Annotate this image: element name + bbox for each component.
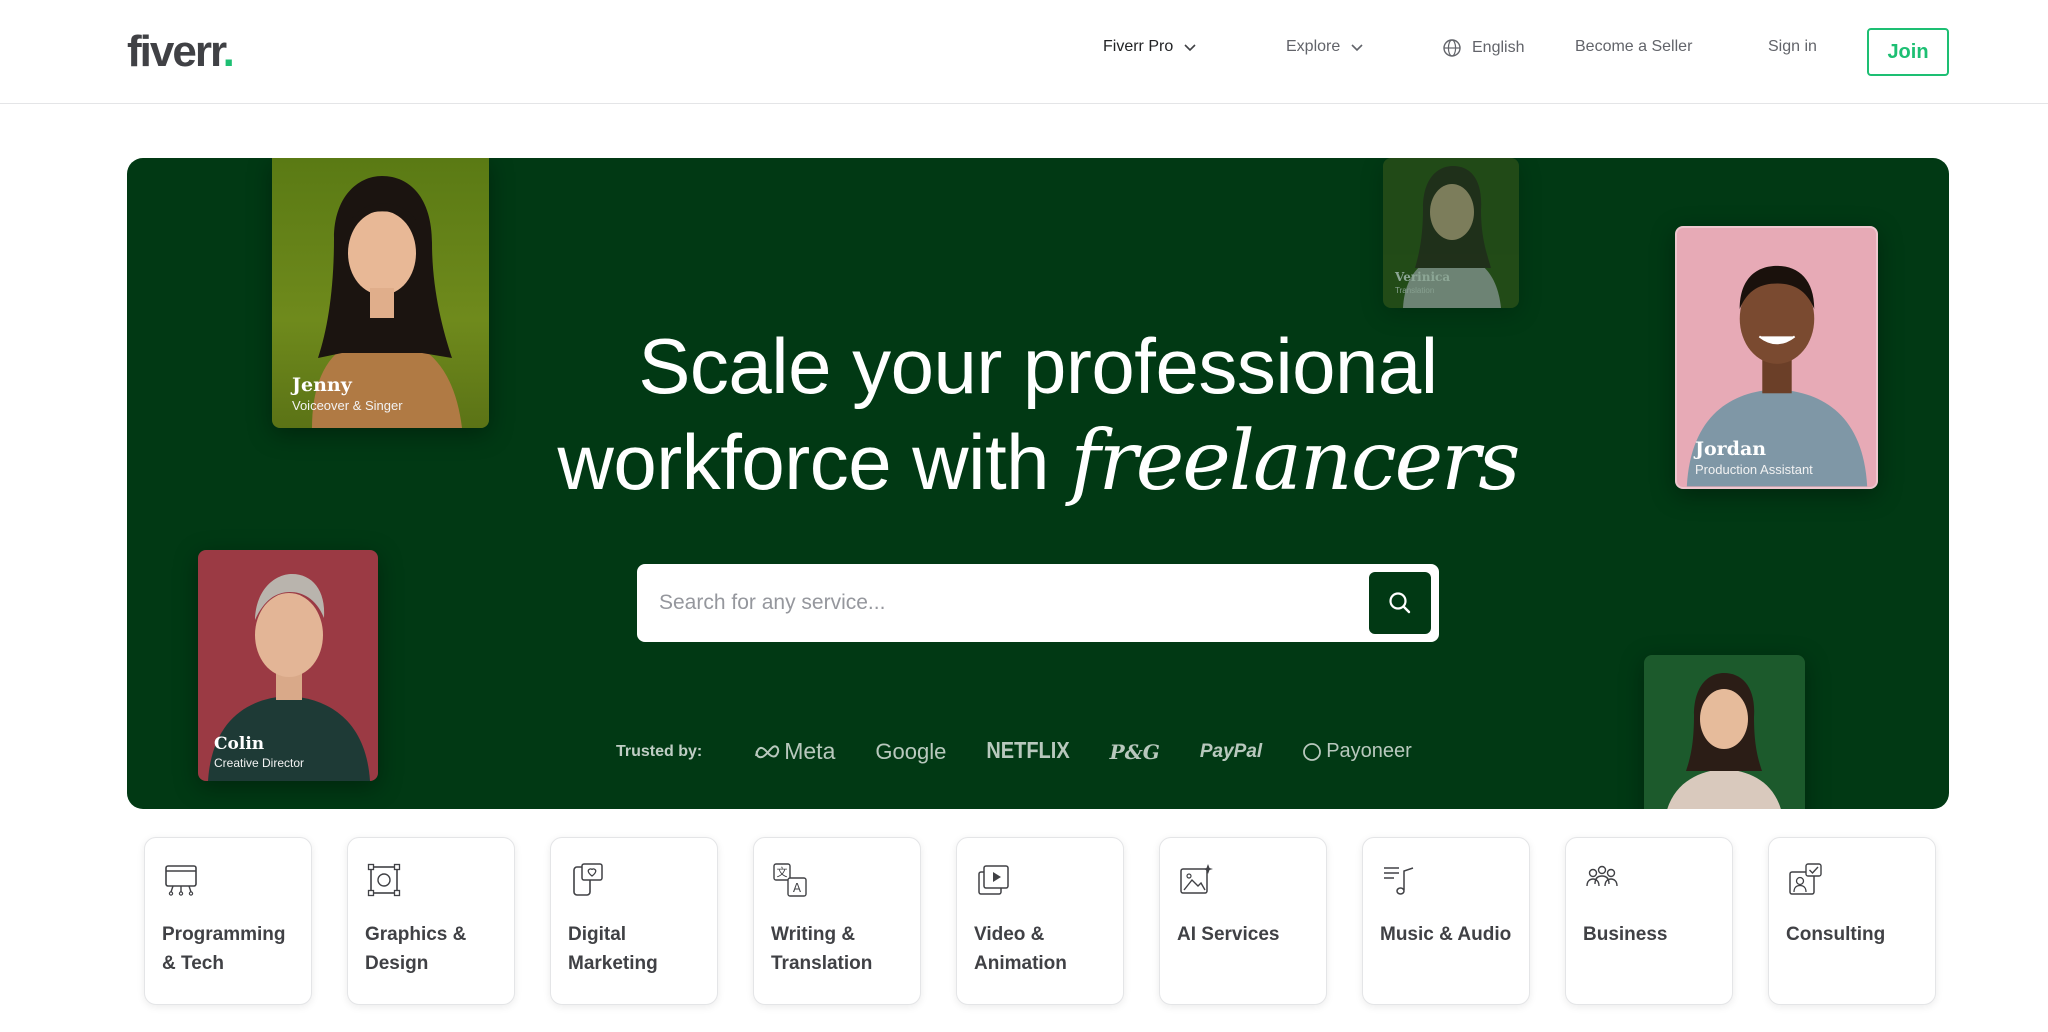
category-label: Digital Marketing <box>568 924 658 974</box>
globe-icon <box>1443 39 1461 57</box>
search-input[interactable] <box>637 564 1369 642</box>
category-label: Business <box>1583 924 1668 945</box>
nav-explore-label: Explore <box>1286 38 1341 55</box>
brand-logo-meta: Meta <box>754 738 835 765</box>
video-play-icon <box>978 865 1009 895</box>
brand-logo-payoneer: Payoneer <box>1302 740 1412 763</box>
category-label: Programming & Tech <box>162 924 286 974</box>
category-card-music-audio[interactable]: Music & Audio <box>1362 837 1530 1005</box>
nav-become-seller[interactable]: Become a Seller <box>1575 38 1692 56</box>
trusted-by-row: Trusted by: Meta Google NETFLIX P&G PayP… <box>616 738 1452 765</box>
category-label: Video & Animation <box>974 924 1067 974</box>
nav-fiverr-pro[interactable]: Fiverr Pro <box>1103 38 1197 56</box>
person-photo-partial <box>1667 673 1781 809</box>
category-label: Music & Audio <box>1380 924 1512 945</box>
category-label: AI Services <box>1177 924 1280 945</box>
freelancer-role: Translation <box>1395 286 1435 295</box>
translate-icon: 文 A <box>773 863 807 897</box>
category-label: Consulting <box>1786 924 1886 945</box>
brand-logo-netflix: NETFLIX <box>986 738 1070 764</box>
freelancer-name: Verinica <box>1395 270 1451 284</box>
design-frame-icon <box>367 863 401 897</box>
top-header: fiverr. Fiverr Pro Explore English Becom… <box>0 0 2048 104</box>
hero-banner: Jenny Voiceover & Singer Colin Creative … <box>127 158 1949 809</box>
monitor-icon <box>165 865 197 896</box>
nav-sign-in-label: Sign in <box>1768 38 1817 55</box>
category-card-consulting[interactable]: Consulting <box>1768 837 1936 1005</box>
nav-sign-in[interactable]: Sign in <box>1768 38 1817 56</box>
category-card-writing-translation[interactable]: 文 A Writing & Translation <box>753 837 921 1005</box>
category-label: Graphics & Design <box>365 924 467 974</box>
nav-language[interactable]: English <box>1442 38 1524 58</box>
category-label: Writing & Translation <box>771 924 873 974</box>
chevron-down-icon <box>1351 44 1363 52</box>
brand-logo-google: Google <box>875 738 947 764</box>
freelancer-card-partial <box>1644 655 1805 809</box>
category-row: Programming & Tech Graphics & Design Dig… <box>144 837 1936 1005</box>
phone-heart-icon <box>573 863 603 896</box>
brand-name: Meta <box>784 738 836 764</box>
category-card-ai-services[interactable]: AI Services <box>1159 837 1327 1005</box>
svg-text:A: A <box>793 881 802 895</box>
meta-icon <box>755 744 780 758</box>
headline-line-1: Scale your professional <box>638 322 1438 410</box>
category-card-video-animation[interactable]: Video & Animation <box>956 837 1124 1005</box>
join-button[interactable]: Join <box>1867 28 1949 76</box>
brand-logo-pg: P&G <box>1109 739 1160 764</box>
category-card-digital-marketing[interactable]: Digital Marketing <box>550 837 718 1005</box>
category-card-graphics-design[interactable]: Graphics & Design <box>347 837 515 1005</box>
category-card-business[interactable]: Business <box>1565 837 1733 1005</box>
headline-emphasis: freelancers <box>1070 414 1520 509</box>
logo-dot: . <box>222 27 235 76</box>
freelancer-name: Colin <box>214 734 265 754</box>
category-card-programming-tech[interactable]: Programming & Tech <box>144 837 312 1005</box>
trusted-by-label: Trusted by: <box>616 742 703 760</box>
brand-name: Payoneer <box>1326 740 1412 762</box>
freelancer-role: Creative Director <box>214 756 305 770</box>
nav-language-label: English <box>1472 39 1525 56</box>
svg-text:文: 文 <box>777 865 788 879</box>
fiverr-logo[interactable]: fiverr. <box>127 24 235 80</box>
music-note-icon <box>1384 867 1414 895</box>
chevron-down-icon <box>1184 44 1196 52</box>
nav-fiverr-pro-label: Fiverr Pro <box>1103 38 1174 55</box>
nav-explore[interactable]: Explore <box>1286 38 1364 56</box>
ai-image-icon <box>1180 864 1213 894</box>
payoneer-icon <box>1303 742 1322 761</box>
logo-text: fiverr <box>127 27 225 76</box>
hero-headline: Scale your professional workforce with f… <box>127 318 1949 510</box>
headline-line-2: workforce with <box>557 418 1071 506</box>
search-bar <box>637 564 1439 642</box>
search-button[interactable] <box>1369 572 1431 634</box>
freelancer-card-colin: Colin Creative Director <box>198 550 378 781</box>
search-icon <box>1389 592 1411 614</box>
nav-become-seller-label: Become a Seller <box>1575 38 1693 55</box>
brand-logo-paypal: PayPal <box>1199 740 1263 762</box>
consulting-icon <box>1789 863 1822 895</box>
people-group-icon <box>1586 865 1618 887</box>
freelancer-card-verinica: Verinica Translation <box>1383 158 1519 308</box>
